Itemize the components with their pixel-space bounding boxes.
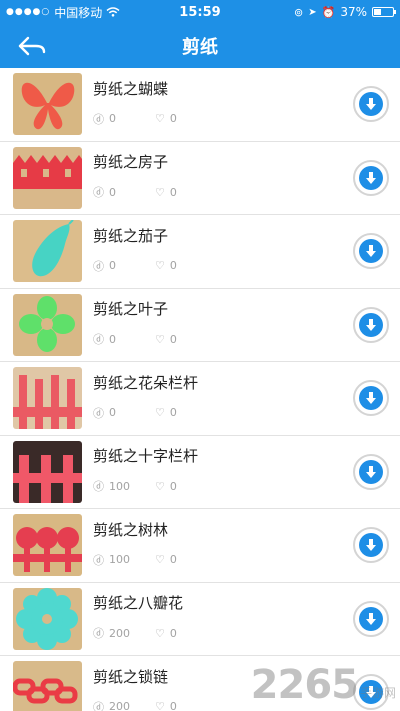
download-count: 0 xyxy=(109,185,116,199)
like-count: 0 xyxy=(169,479,177,493)
flower-fence-thumbnail xyxy=(13,367,82,430)
like-count: 0 xyxy=(169,112,177,126)
download-button[interactable] xyxy=(353,600,389,637)
download-count: 0 xyxy=(109,112,116,126)
leaf-thumbnail xyxy=(13,293,82,356)
list-item[interactable]: 剪纸之茄子 ⓓ 0 ♡ 0 xyxy=(0,215,400,289)
download-count-icon: ⓓ xyxy=(93,406,104,420)
heart-icon: ♡ xyxy=(155,406,165,420)
like-count: 0 xyxy=(169,700,177,711)
like-count: 0 xyxy=(169,626,177,640)
like-count: 0 xyxy=(169,332,177,346)
back-arrow-icon xyxy=(18,36,46,56)
download-button[interactable] xyxy=(353,527,389,564)
heart-icon: ♡ xyxy=(155,259,165,273)
list-item[interactable]: 剪纸之十字栏杆 ⓓ 100 ♡ 0 xyxy=(0,436,400,509)
battery-icon xyxy=(372,7,396,17)
download-count-icon: ⓓ xyxy=(93,700,104,711)
site-watermark: 2265 手游网 xyxy=(251,665,396,705)
download-arrow-icon xyxy=(366,245,376,258)
download-count-icon: ⓓ xyxy=(93,112,104,126)
list-item[interactable]: 剪纸之蝴蝶 ⓓ 0 ♡ 0 xyxy=(0,68,400,142)
heart-icon: ♡ xyxy=(155,332,165,346)
location-icon: ➤ xyxy=(308,6,317,18)
download-count: 100 xyxy=(109,479,130,493)
download-button[interactable] xyxy=(353,306,389,343)
butterfly-thumbnail xyxy=(13,73,82,136)
carrier-label: 中国移动 xyxy=(54,5,103,20)
battery-percent: 37% xyxy=(340,5,367,19)
download-count: 200 xyxy=(109,700,130,711)
status-bar: ●●●●○ 中国移动 15:59 ⊚ ➤ ⏰ 37% xyxy=(0,0,400,24)
heart-icon: ♡ xyxy=(155,479,165,493)
download-count: 0 xyxy=(109,259,116,273)
page-title: 剪纸 xyxy=(182,37,218,58)
watermark-suffix: 手游网 xyxy=(359,686,396,700)
download-button[interactable] xyxy=(353,453,389,490)
download-count: 100 xyxy=(109,553,130,567)
download-count-icon: ⓓ xyxy=(93,333,104,347)
signal-icon: ●●●●○ xyxy=(6,7,51,17)
download-arrow-icon xyxy=(366,171,376,184)
paper-cut-list: 剪纸之蝴蝶 ⓓ 0 ♡ 0 剪纸之房子 ⓓ 0 ♡ 0 剪纸之茄子 ⓓ 0 ♡ … xyxy=(0,68,400,711)
back-button[interactable] xyxy=(14,32,50,60)
download-arrow-icon xyxy=(366,612,376,625)
download-arrow-icon xyxy=(366,392,376,405)
nav-bar: 剪纸 xyxy=(0,24,400,68)
forest-thumbnail xyxy=(13,514,82,577)
heart-icon: ♡ xyxy=(155,112,165,126)
house-thumbnail xyxy=(13,146,82,209)
list-item[interactable]: 剪纸之房子 ⓓ 0 ♡ 0 xyxy=(0,142,400,215)
alarm-icon: ⏰ xyxy=(321,5,336,19)
like-count: 0 xyxy=(169,553,177,567)
list-item[interactable]: 剪纸之树林 ⓓ 100 ♡ 0 xyxy=(0,509,400,583)
wifi-icon xyxy=(106,7,120,17)
download-arrow-icon xyxy=(366,318,376,331)
download-arrow-icon xyxy=(366,539,376,552)
heart-icon: ♡ xyxy=(155,626,165,640)
download-count-icon: ⓓ xyxy=(93,627,104,641)
download-count-icon: ⓓ xyxy=(93,480,104,494)
download-arrow-icon xyxy=(366,98,376,111)
download-count-icon: ⓓ xyxy=(93,186,104,200)
like-count: 0 xyxy=(169,185,177,199)
heart-icon: ♡ xyxy=(155,700,165,711)
list-item[interactable]: 剪纸之叶子 ⓓ 0 ♡ 0 xyxy=(0,289,400,362)
download-arrow-icon xyxy=(366,465,376,478)
download-button[interactable] xyxy=(353,159,389,196)
eight-petal-flower-thumbnail xyxy=(13,587,82,650)
download-count: 200 xyxy=(109,626,130,640)
eggplant-thumbnail xyxy=(13,220,82,283)
download-count-icon: ⓓ xyxy=(93,259,104,273)
rotation-lock-icon: ⊚ xyxy=(294,5,304,19)
download-count: 0 xyxy=(109,406,116,420)
list-item[interactable]: 剪纸之八瓣花 ⓓ 200 ♡ 0 xyxy=(0,583,400,656)
heart-icon: ♡ xyxy=(155,185,165,199)
watermark-logo: 2265 xyxy=(250,662,359,708)
like-count: 0 xyxy=(169,406,177,420)
download-button[interactable] xyxy=(353,380,389,417)
like-count: 0 xyxy=(169,259,177,273)
list-item[interactable]: 剪纸之花朵栏杆 ⓓ 0 ♡ 0 xyxy=(0,362,400,436)
download-button[interactable] xyxy=(353,86,389,123)
download-count-icon: ⓓ xyxy=(93,553,104,567)
heart-icon: ♡ xyxy=(155,553,165,567)
download-button[interactable] xyxy=(353,233,389,270)
cross-fence-thumbnail xyxy=(13,440,82,503)
chain-thumbnail xyxy=(13,661,82,711)
download-count: 0 xyxy=(109,332,116,346)
